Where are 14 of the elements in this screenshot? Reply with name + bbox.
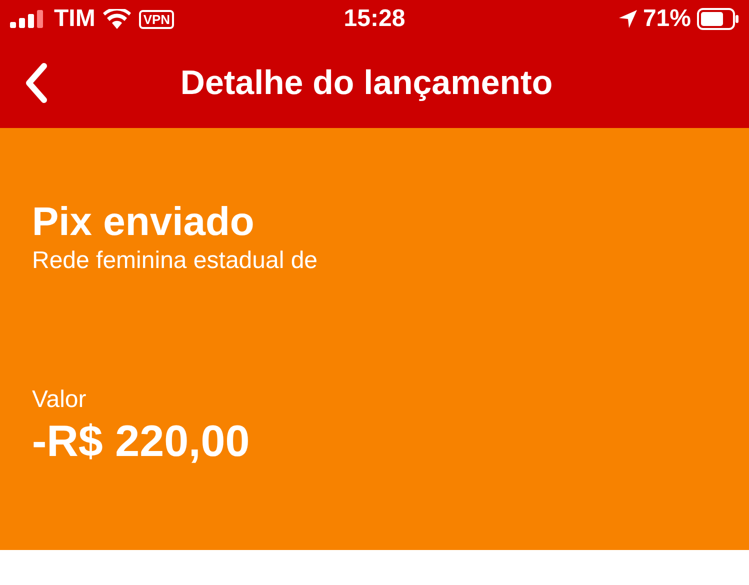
vpn-badge: VPN — [139, 10, 174, 28]
transaction-title: Pix enviado — [32, 199, 256, 246]
battery-percentage: 71% — [642, 4, 691, 34]
carrier-name: TIM — [54, 4, 96, 34]
wifi-icon — [103, 9, 132, 29]
amount-value: -R$ 220,00 — [32, 416, 251, 468]
battery-icon — [696, 8, 739, 30]
amount-label: Valor — [32, 385, 88, 415]
screen-title: Detalhe do lançamento — [180, 62, 553, 104]
signal-icon — [10, 10, 46, 28]
clock: 15:28 — [344, 4, 406, 34]
chevron-left-icon — [25, 63, 47, 103]
location-arrow-icon — [618, 10, 637, 28]
recipient-name: Rede feminina estadual de — [32, 246, 319, 276]
